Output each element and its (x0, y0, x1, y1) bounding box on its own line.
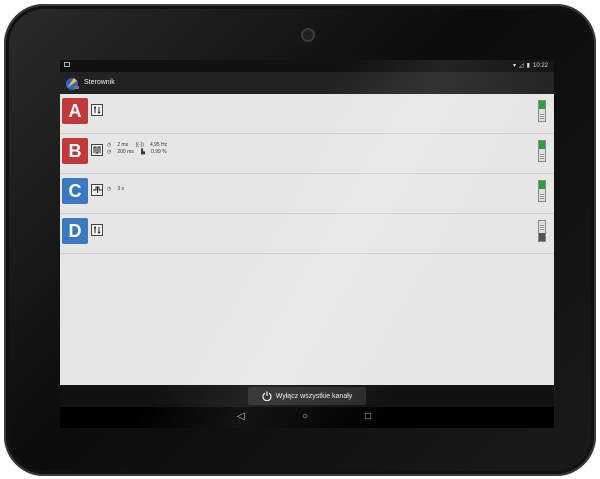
frequency-icon: ((·)) (135, 142, 144, 148)
app-title: Sterownik (84, 79, 115, 86)
status-bar: ▾ ◿ ▮ 10:22 (60, 60, 554, 72)
channel-row-c[interactable]: C ◷ 3 s (60, 174, 554, 214)
channel-toggle-switch[interactable] (538, 220, 546, 242)
timer-icon: ◷ (107, 149, 112, 155)
wifi-icon: ▾ (513, 63, 517, 69)
param-duration: 3 s (117, 186, 125, 192)
channel-list: A B ◷ 2 ms ((·)) 4,95 Hz ◷ 200 ms ▙ 0,99… (60, 94, 554, 385)
channel-params: ◷ 3 s (107, 186, 130, 193)
power-icon (262, 391, 272, 401)
recents-icon[interactable]: □ (365, 411, 371, 422)
channel-badge[interactable]: C (62, 178, 88, 204)
switch-on-indicator (539, 181, 545, 189)
app-logo-icon[interactable] (64, 75, 80, 91)
manual-mode-icon[interactable] (91, 224, 103, 236)
battery-icon: ▮ (526, 63, 530, 69)
param-frequency: 4,95 Hz (149, 142, 168, 148)
clock-icon: ◷ (107, 186, 112, 192)
pulse-mode-icon[interactable] (91, 184, 103, 196)
status-icons: ▾ ◿ ▮ 10:22 (513, 62, 548, 70)
channel-toggle-switch[interactable] (538, 180, 546, 202)
pwm-mode-icon[interactable] (91, 144, 103, 156)
clock: 10:22 (532, 62, 548, 69)
manual-mode-icon[interactable] (91, 104, 103, 116)
signal-icon: ◿ (519, 63, 524, 69)
screen: ▾ ◿ ▮ 10:22 Sterownik A B ◷ 2 ms ((·)) 4… (60, 60, 554, 428)
channel-row-a[interactable]: A (60, 94, 554, 134)
android-nav-bar: ◁ ○ □ (60, 407, 554, 428)
front-camera (303, 30, 313, 40)
channel-toggle-switch[interactable] (538, 100, 546, 122)
turn-off-all-button[interactable]: Wyłącz wszystkie kanały (248, 387, 366, 405)
bottom-bar: Wyłącz wszystkie kanały (60, 385, 554, 407)
turn-off-all-label: Wyłącz wszystkie kanały (275, 392, 353, 400)
app-bar: Sterownik (60, 72, 554, 94)
home-icon[interactable]: ○ (302, 411, 308, 422)
channel-row-b[interactable]: B ◷ 2 ms ((·)) 4,95 Hz ◷ 200 ms ▙ 0,99 % (60, 134, 554, 174)
channel-badge[interactable]: D (62, 218, 88, 244)
notification-icon (64, 62, 70, 67)
channel-badge[interactable]: B (62, 138, 88, 164)
channel-row-d[interactable]: D (60, 214, 554, 254)
clock-icon: ◷ (107, 142, 112, 148)
duty-icon: ▙ (141, 149, 146, 155)
channel-toggle-switch[interactable] (538, 140, 546, 162)
param-duty: 0,99 % (151, 149, 167, 155)
switch-off-indicator (539, 233, 545, 241)
switch-on-indicator (539, 141, 545, 149)
back-icon[interactable]: ◁ (237, 411, 245, 422)
param-period: 200 ms (117, 149, 134, 155)
channel-params: ◷ 2 ms ((·)) 4,95 Hz ◷ 200 ms ▙ 0,99 % (107, 142, 173, 156)
switch-on-indicator (539, 101, 545, 109)
param-on-time: 2 ms (117, 142, 129, 148)
channel-badge[interactable]: A (62, 98, 88, 124)
